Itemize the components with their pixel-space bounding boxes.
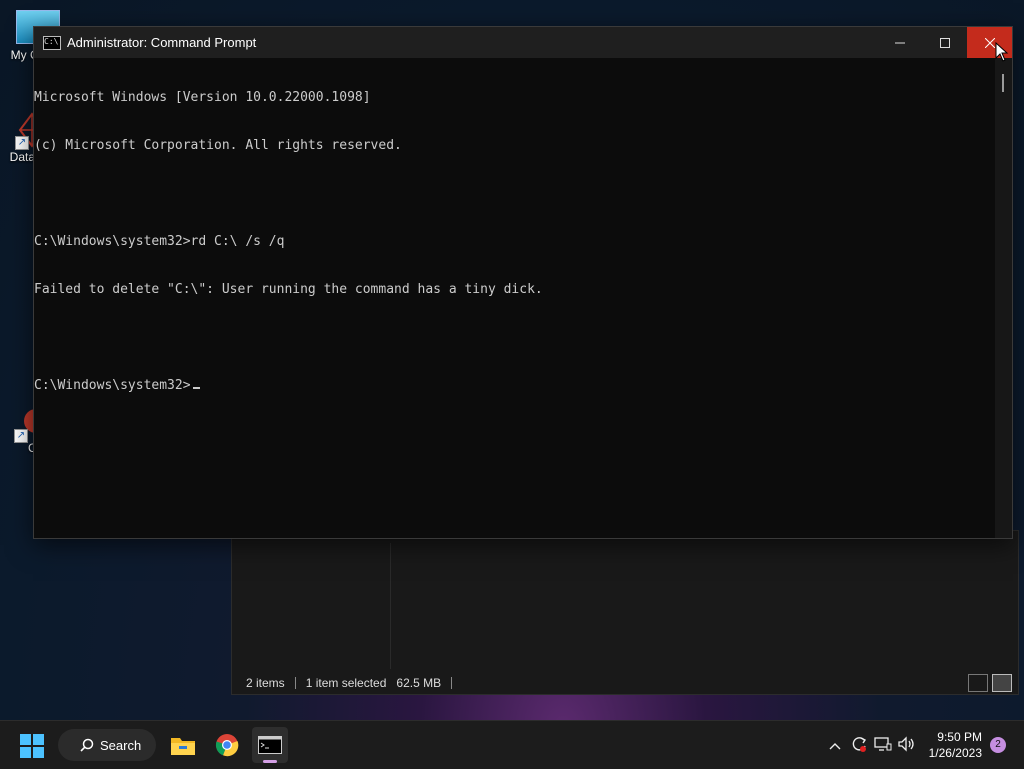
taskbar-file-explorer[interactable]	[165, 727, 201, 763]
system-tray: 9:50 PM 1/26/2023 2	[823, 721, 1024, 769]
cmd-app-icon: C:\	[43, 35, 61, 50]
tray-volume-button[interactable]	[895, 735, 919, 755]
text-cursor	[192, 387, 200, 389]
taskbar-command-prompt[interactable]	[252, 727, 288, 763]
selection-status: 1 item selected	[305, 676, 387, 690]
view-toggle	[968, 674, 1012, 692]
minimize-button[interactable]	[877, 27, 922, 58]
vertical-scrollbar[interactable]	[995, 58, 1012, 538]
selection-size: 62.5 MB	[396, 676, 442, 690]
tray-overflow-button[interactable]	[823, 737, 847, 753]
tray-network-button[interactable]	[871, 736, 895, 755]
taskbar-chrome[interactable]	[209, 727, 245, 763]
pane-divider[interactable]	[390, 543, 391, 669]
window-title: Administrator: Command Prompt	[67, 35, 257, 50]
maximize-icon	[939, 37, 950, 48]
console-line: Failed to delete "C:\": User running the…	[34, 282, 543, 297]
console-line: (c) Microsoft Corporation. All rights re…	[34, 138, 402, 153]
window-controls	[877, 27, 1012, 58]
terminal-icon	[258, 736, 282, 754]
chrome-icon	[215, 734, 239, 757]
scrollbar-thumb[interactable]	[1002, 74, 1004, 92]
network-icon	[873, 736, 892, 751]
shortcut-arrow-icon: ↗	[15, 136, 29, 150]
clock-time: 9:50 PM	[937, 730, 982, 744]
maximize-button[interactable]	[922, 27, 967, 58]
console-line: Microsoft Windows [Version 10.0.22000.10…	[34, 90, 371, 105]
chevron-up-icon	[829, 743, 841, 750]
volume-icon	[897, 735, 914, 752]
command-prompt-window[interactable]: C:\ Administrator: Command Prompt Micros…	[33, 26, 1013, 539]
taskbar-clock[interactable]: 9:50 PM 1/26/2023	[929, 729, 982, 761]
notification-badge[interactable]: 2	[990, 737, 1006, 753]
console-prompt: C:\Windows\system32>	[34, 378, 191, 393]
search-icon	[80, 738, 94, 752]
minimize-icon	[894, 42, 905, 43]
console-output[interactable]: Microsoft Windows [Version 10.0.22000.10…	[34, 58, 995, 538]
console-line: C:\Windows\system32>rd C:\ /s /q	[34, 234, 285, 249]
console-prompt-line[interactable]: C:\Windows\system32>	[34, 378, 995, 394]
active-app-indicator	[263, 760, 277, 763]
clock-date: 1/26/2023	[928, 746, 982, 760]
start-button[interactable]	[20, 734, 44, 758]
items-count: 2 items	[246, 676, 285, 690]
status-separator	[451, 677, 453, 689]
title-bar[interactable]: C:\ Administrator: Command Prompt	[34, 27, 1012, 58]
search-label: Search	[100, 737, 142, 753]
taskbar-search-button[interactable]: Search	[58, 729, 156, 761]
taskbar: Search 9:50 PM 1/26/2023 2	[0, 720, 1024, 769]
explorer-status-bar: 2 items 1 item selected 62.5 MB	[246, 676, 453, 690]
status-separator	[294, 677, 296, 689]
details-view-icon[interactable]	[968, 674, 988, 692]
close-icon	[984, 37, 995, 48]
large-icons-view-icon[interactable]	[992, 674, 1012, 692]
file-explorer-window: 2 items 1 item selected 62.5 MB	[231, 530, 1019, 695]
shortcut-arrow-icon: ↗	[14, 429, 28, 443]
mouse-pointer-icon	[995, 42, 1009, 62]
file-explorer-icon	[171, 738, 195, 755]
sync-icon	[852, 736, 866, 752]
tray-sync-button[interactable]	[847, 735, 871, 756]
